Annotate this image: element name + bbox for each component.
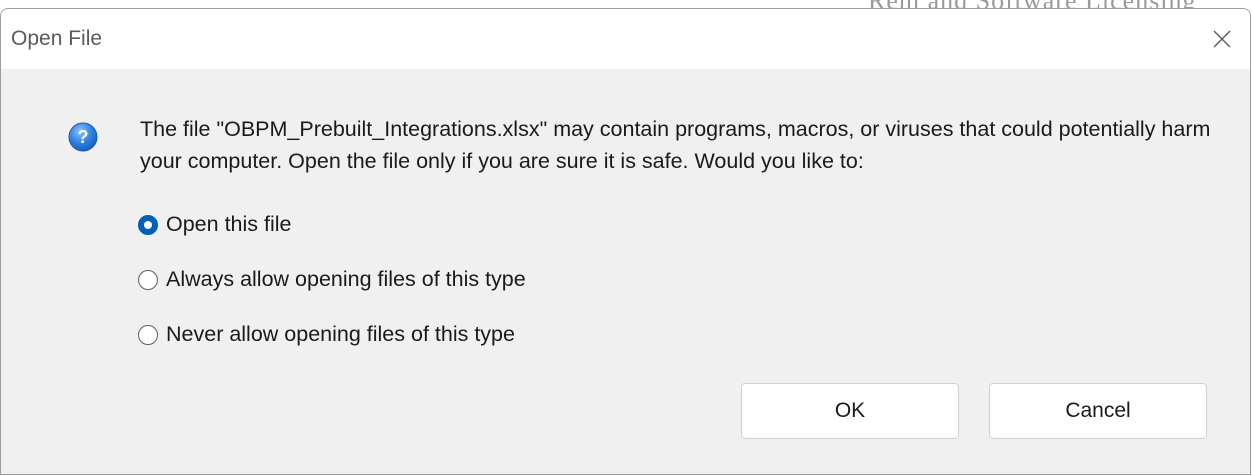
radio-selected[interactable] <box>138 214 158 235</box>
radio-unselected[interactable] <box>138 324 158 345</box>
option-never-allow[interactable]: Never allow opening files of this type <box>138 322 515 347</box>
option-open-this-file[interactable]: Open this file <box>138 212 291 237</box>
radio-unselected[interactable] <box>138 269 158 290</box>
close-icon <box>1213 30 1231 48</box>
background-document-text: Rem and Software Licensing <box>868 0 1252 8</box>
dialog-titlebar: Open File <box>1 9 1250 69</box>
question-mark-icon: ? <box>68 122 98 152</box>
dialog-message: The file "OBPM_Prebuilt_Integrations.xls… <box>140 117 1211 173</box>
dialog-title: Open File <box>11 27 103 50</box>
option-label: Always allow opening files of this type <box>166 267 526 291</box>
close-button[interactable] <box>1194 9 1250 69</box>
option-label: Open this file <box>166 212 292 236</box>
option-label: Never allow opening files of this type <box>166 322 515 346</box>
open-file-dialog: Open File ? The file "OBPM_Prebuilt_Inte… <box>0 8 1251 475</box>
svg-text:?: ? <box>78 127 89 147</box>
cancel-button[interactable]: Cancel <box>989 383 1207 439</box>
option-always-allow[interactable]: Always allow opening files of this type <box>138 267 526 292</box>
ok-button[interactable]: OK <box>741 383 959 439</box>
